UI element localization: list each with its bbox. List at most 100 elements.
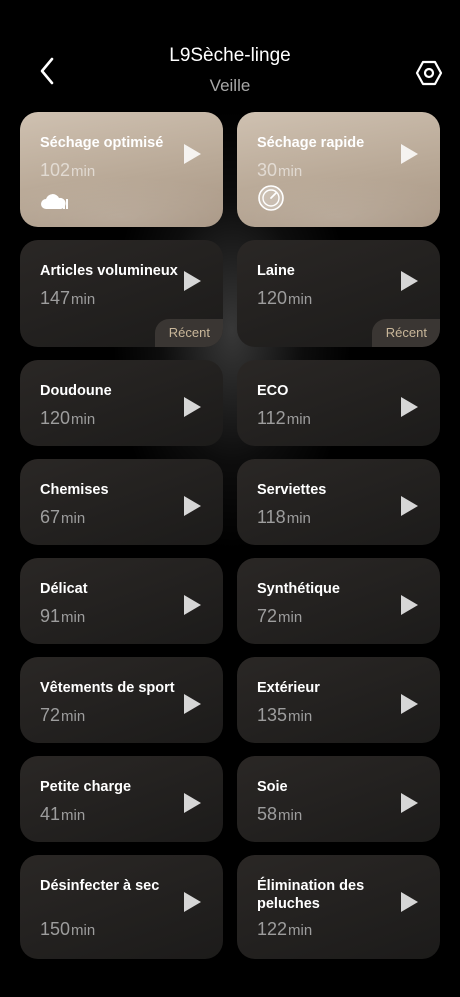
duration-unit: min bbox=[61, 510, 86, 527]
program-duration: 118min bbox=[257, 507, 311, 528]
duration-value: 150 bbox=[40, 919, 71, 939]
settings-button[interactable] bbox=[414, 58, 444, 88]
program-duration: 91min bbox=[40, 606, 85, 627]
hexagon-settings-icon bbox=[415, 60, 443, 86]
program-card[interactable]: Élimination des peluches 122min bbox=[237, 855, 440, 959]
recent-badge: Récent bbox=[154, 319, 223, 347]
program-card[interactable]: Articles volumineux 147min Récent bbox=[20, 240, 223, 347]
play-icon[interactable] bbox=[401, 595, 418, 615]
program-name: Délicat bbox=[40, 581, 88, 597]
program-duration: 122min bbox=[257, 919, 312, 940]
program-duration: 135min bbox=[257, 705, 312, 726]
program-name: Soie bbox=[257, 779, 288, 795]
play-icon[interactable] bbox=[184, 793, 201, 813]
duration-value: 102 bbox=[40, 160, 71, 180]
play-icon[interactable] bbox=[401, 496, 418, 516]
program-duration: 72min bbox=[257, 606, 302, 627]
play-icon[interactable] bbox=[184, 496, 201, 516]
play-icon[interactable] bbox=[184, 595, 201, 615]
program-name: Doudoune bbox=[40, 383, 112, 399]
duration-unit: min bbox=[61, 708, 86, 725]
program-card[interactable]: Synthétique 72min bbox=[237, 558, 440, 644]
duration-value: 120 bbox=[257, 288, 288, 308]
program-card[interactable]: Délicat 91min bbox=[20, 558, 223, 644]
program-duration: 120min bbox=[257, 288, 312, 309]
program-name: Laine bbox=[257, 263, 295, 279]
page-title: L9Sèche-linge bbox=[169, 45, 291, 66]
program-name: Serviettes bbox=[257, 482, 327, 498]
duration-unit: min bbox=[71, 291, 96, 308]
program-card[interactable]: Chemises 67min bbox=[20, 459, 223, 545]
duration-unit: min bbox=[278, 163, 303, 180]
duration-unit: min bbox=[286, 411, 311, 428]
recent-badge: Récent bbox=[371, 319, 440, 347]
program-duration: 30min bbox=[257, 160, 302, 181]
duration-unit: min bbox=[288, 291, 313, 308]
gauge-icon bbox=[257, 184, 285, 217]
play-icon[interactable] bbox=[184, 397, 201, 417]
duration-unit: min bbox=[61, 609, 86, 626]
program-duration: 72min bbox=[40, 705, 85, 726]
duration-unit: min bbox=[71, 922, 96, 939]
program-card[interactable]: Désinfecter à sec 150min bbox=[20, 855, 223, 959]
cloud-sensor-icon bbox=[40, 192, 70, 217]
program-card[interactable]: Doudoune 120min bbox=[20, 360, 223, 446]
duration-unit: min bbox=[61, 807, 86, 824]
duration-value: 58 bbox=[257, 804, 278, 824]
duration-value: 118 bbox=[257, 507, 286, 527]
program-duration: 150min bbox=[40, 919, 95, 940]
program-name: Élimination des peluches bbox=[257, 878, 365, 912]
program-name: Vêtements de sport bbox=[40, 680, 175, 696]
program-card[interactable]: Petite charge 41min bbox=[20, 756, 223, 842]
program-card[interactable]: Vêtements de sport 72min bbox=[20, 657, 223, 743]
device-status: Veille bbox=[209, 76, 251, 95]
program-card[interactable]: Séchage rapide 30min bbox=[237, 112, 440, 227]
duration-value: 72 bbox=[257, 606, 278, 626]
duration-unit: min bbox=[71, 163, 96, 180]
program-card[interactable]: Serviettes 118min bbox=[237, 459, 440, 545]
duration-value: 122 bbox=[257, 919, 288, 939]
duration-unit: min bbox=[278, 609, 303, 626]
program-card[interactable]: Laine 120min Récent bbox=[237, 240, 440, 347]
program-name: Séchage rapide bbox=[257, 135, 365, 151]
play-icon[interactable] bbox=[184, 892, 201, 912]
play-icon[interactable] bbox=[401, 892, 418, 912]
program-duration: 67min bbox=[40, 507, 85, 528]
play-icon[interactable] bbox=[184, 271, 201, 291]
play-icon[interactable] bbox=[401, 144, 418, 164]
duration-unit: min bbox=[288, 922, 313, 939]
duration-value: 120 bbox=[40, 408, 71, 428]
header: L9Sèche-linge Veille bbox=[0, 0, 460, 112]
play-icon[interactable] bbox=[401, 271, 418, 291]
duration-unit: min bbox=[286, 510, 311, 527]
program-card[interactable]: ECO 112min bbox=[237, 360, 440, 446]
play-icon[interactable] bbox=[401, 793, 418, 813]
program-name: Chemises bbox=[40, 482, 109, 498]
program-duration: 112min bbox=[257, 408, 311, 429]
program-duration: 58min bbox=[257, 804, 302, 825]
program-card[interactable]: Séchage optimisé 102min bbox=[20, 112, 223, 227]
play-icon[interactable] bbox=[401, 397, 418, 417]
play-icon[interactable] bbox=[401, 694, 418, 714]
duration-value: 91 bbox=[40, 606, 61, 626]
dryer-programs-screen: L9Sèche-linge Veille Séchage optimisé 102… bbox=[0, 0, 460, 997]
duration-value: 147 bbox=[40, 288, 71, 308]
program-duration: 41min bbox=[40, 804, 85, 825]
duration-value: 112 bbox=[257, 408, 286, 428]
program-card[interactable]: Extérieur 135min bbox=[237, 657, 440, 743]
program-name: Extérieur bbox=[257, 680, 320, 696]
duration-value: 135 bbox=[257, 705, 288, 725]
play-icon[interactable] bbox=[184, 694, 201, 714]
program-grid: Séchage optimisé 102min Séchage rapide 30mi… bbox=[20, 112, 440, 959]
program-name: Synthétique bbox=[257, 581, 340, 597]
program-duration: 102min bbox=[40, 160, 95, 181]
duration-value: 30 bbox=[257, 160, 278, 180]
play-icon[interactable] bbox=[184, 144, 201, 164]
duration-value: 41 bbox=[40, 804, 61, 824]
duration-unit: min bbox=[71, 411, 96, 428]
program-name: Articles volumineux bbox=[40, 263, 178, 279]
program-name: Désinfecter à sec bbox=[40, 878, 160, 894]
duration-value: 67 bbox=[40, 507, 61, 527]
program-card[interactable]: Soie 58min bbox=[237, 756, 440, 842]
program-name: Petite charge bbox=[40, 779, 132, 795]
